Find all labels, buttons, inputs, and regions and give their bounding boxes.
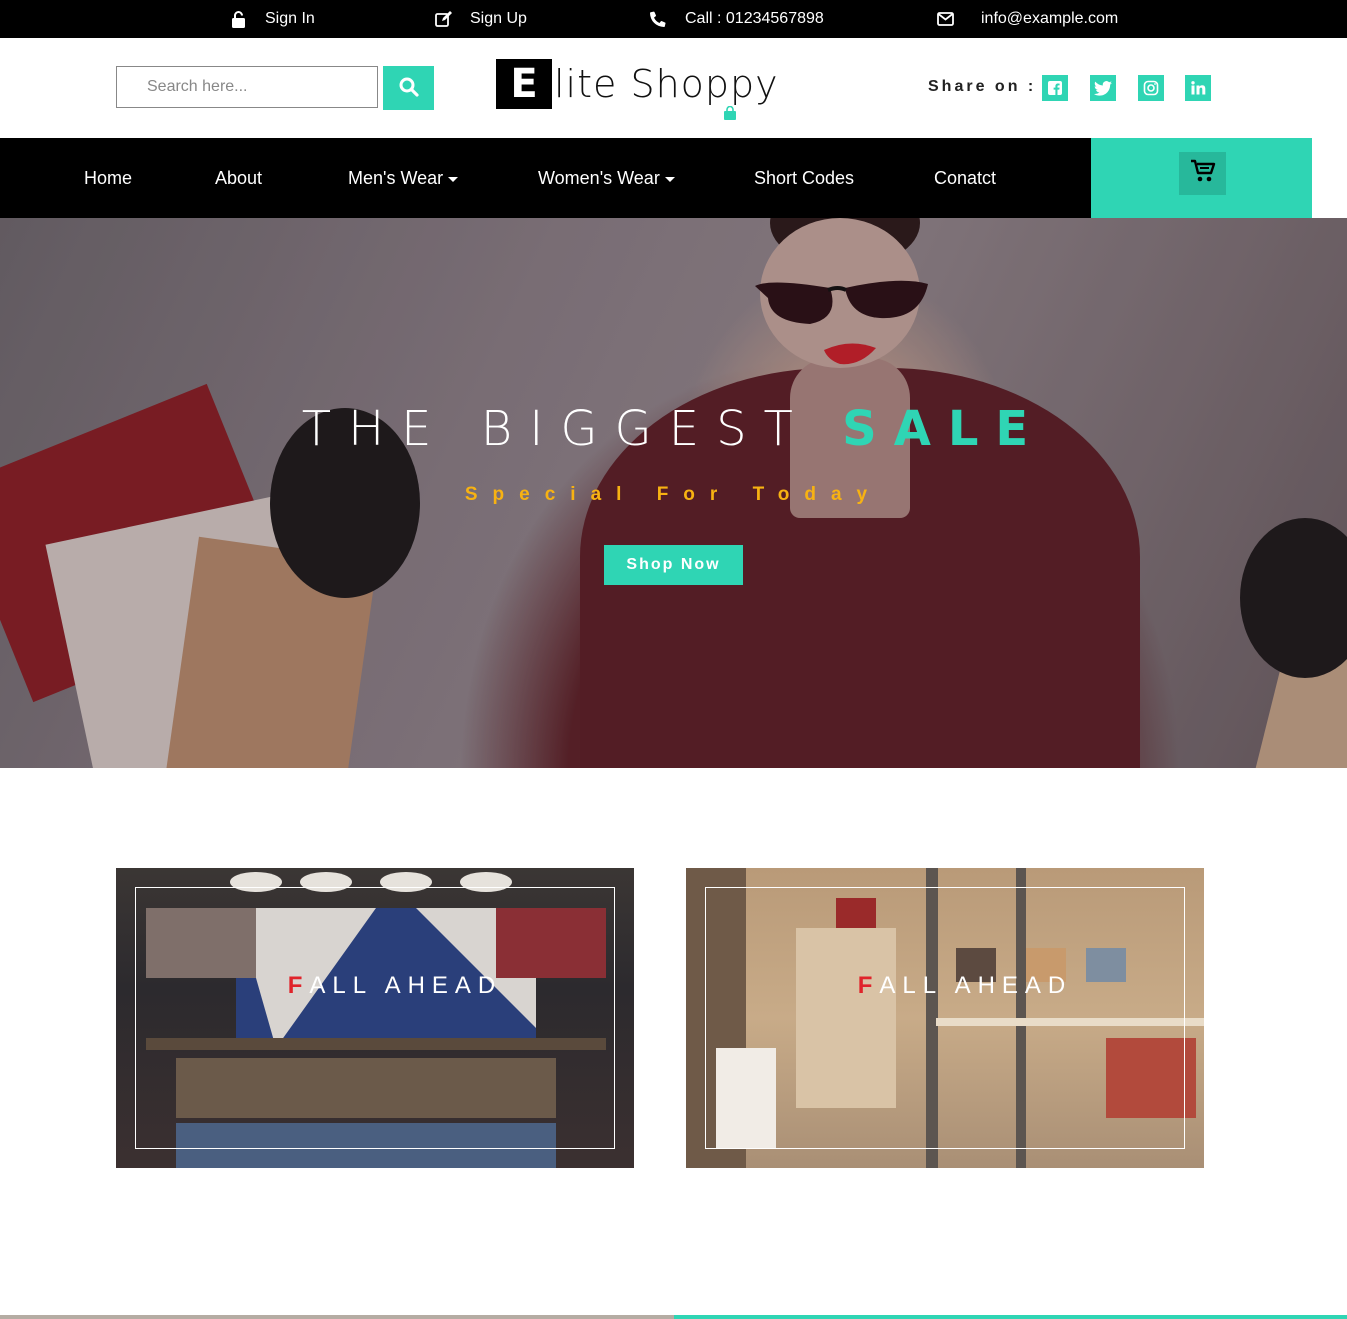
bottom-strip-right xyxy=(674,1315,1347,1319)
site-logo[interactable]: E lite Shoppy xyxy=(496,58,779,110)
cart-button[interactable] xyxy=(1179,152,1226,195)
instagram-icon[interactable] xyxy=(1138,75,1164,101)
twitter-icon[interactable] xyxy=(1090,75,1116,101)
hero-title: THE BIGGEST SALE xyxy=(0,401,1347,457)
email-label: info@example.com xyxy=(981,10,1119,27)
site-header: E lite Shoppy Share on : xyxy=(0,38,1347,138)
logo-text: lite Shoppy xyxy=(554,62,779,106)
nav-item-mens-wear[interactable]: Men's Wear xyxy=(348,138,459,218)
promo-rest: ALL AHEAD xyxy=(879,972,1073,999)
search-button[interactable] xyxy=(383,66,434,110)
cart-icon xyxy=(1190,159,1216,188)
nav-label: Men's Wear xyxy=(348,167,444,188)
envelope-icon xyxy=(936,10,954,28)
bottom-strip-left xyxy=(0,1315,674,1319)
linkedin-icon[interactable] xyxy=(1185,75,1211,101)
hero-title-accent: SALE xyxy=(842,401,1046,457)
promo-frame xyxy=(705,887,1185,1149)
nav-item-about[interactable]: About xyxy=(215,138,262,218)
sign-in-link[interactable]: Sign In xyxy=(229,0,315,38)
nav-item-contact[interactable]: Conatct xyxy=(934,138,996,218)
sign-in-label: Sign In xyxy=(265,10,315,27)
unlock-icon xyxy=(229,10,247,28)
top-bar: Sign In Sign Up Call : 01234567898 info@… xyxy=(0,0,1347,38)
cart-area xyxy=(1091,138,1312,218)
nav-label: Conatct xyxy=(934,167,997,188)
nav-item-womens-wear[interactable]: Women's Wear xyxy=(538,138,675,218)
hero-banner: THE BIGGEST SALE Special For Today Shop … xyxy=(0,218,1347,768)
sign-up-link[interactable]: Sign Up xyxy=(434,0,527,38)
promo-title: FALL AHEAD xyxy=(686,972,1204,1000)
promo-frame xyxy=(135,887,615,1149)
facebook-icon[interactable] xyxy=(1042,75,1068,101)
nav-label: Women's Wear xyxy=(538,167,660,188)
hero-subtitle: Special For Today xyxy=(464,484,883,505)
shopping-bag-icon xyxy=(723,105,737,125)
nav-label: Home xyxy=(84,167,133,188)
promo-first-letter: F xyxy=(857,972,880,999)
promo-rest: ALL AHEAD xyxy=(309,972,503,999)
shop-now-button[interactable]: Shop Now xyxy=(604,545,743,585)
nav-label: Short Codes xyxy=(754,167,855,188)
edit-icon xyxy=(434,10,452,28)
hero-title-main: THE BIGGEST xyxy=(301,401,843,457)
search-input[interactable] xyxy=(116,66,378,108)
sign-up-label: Sign Up xyxy=(470,10,527,27)
email-link[interactable]: info@example.com xyxy=(936,0,1118,38)
nav-item-home[interactable]: Home xyxy=(84,138,132,218)
promo-first-letter: F xyxy=(287,972,310,999)
call-info: Call : 01234567898 xyxy=(649,0,824,38)
promo-card-right[interactable]: FALL AHEAD xyxy=(686,868,1204,1168)
nav-item-short-codes[interactable]: Short Codes xyxy=(754,138,854,218)
promo-title: FALL AHEAD xyxy=(116,972,634,1000)
caret-down-icon xyxy=(448,176,459,182)
share-label: Share on : xyxy=(928,78,1037,95)
phone-icon xyxy=(649,10,667,28)
call-label: Call : 01234567898 xyxy=(685,10,824,27)
logo-letter: E xyxy=(496,59,552,109)
search-icon xyxy=(399,77,419,100)
promo-card-left[interactable]: FALL AHEAD xyxy=(116,868,634,1168)
nav-label: About xyxy=(215,167,263,188)
caret-down-icon xyxy=(664,176,675,182)
